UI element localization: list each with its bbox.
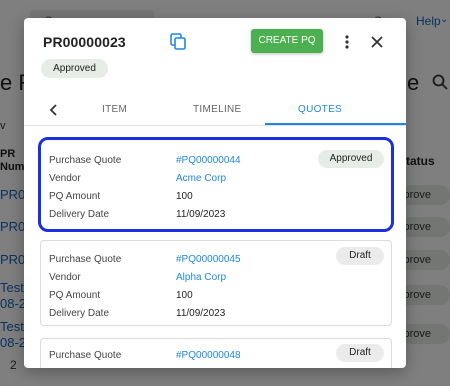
delivery-date-label: Delivery Date [49,209,110,220]
modal-title: PR00000023 [43,34,126,50]
pq-amount-value: 100 [176,290,193,301]
tab-timeline[interactable]: TIMELINE [193,104,242,115]
copy-icon[interactable] [170,33,186,50]
delivery-date-value: 11/09/2023 [176,308,226,319]
purchase-quote-link[interactable]: #PQ00000044 [176,155,241,166]
vendor-link[interactable]: Acme Corp [176,173,226,184]
purchase-quote-label: Purchase Quote [49,155,122,166]
delivery-date-value: 11/09/2023 [176,209,226,220]
quote-status-badge: Draft [336,344,384,362]
quote-card[interactable]: Purchase Quote #PQ00000044 Vendor Acme C… [38,137,394,232]
close-icon[interactable] [369,34,385,50]
vendor-link[interactable]: Alpha Corp [176,272,226,283]
quote-card[interactable]: Purchase Quote #PQ00000048 Draft [40,338,392,368]
vendor-label: Vendor [49,173,81,184]
vendor-label: Vendor [49,272,81,283]
tab-quotes[interactable]: QUOTES [298,104,342,115]
status-badge: Approved [41,59,108,78]
active-tab-indicator [265,123,406,125]
pq-amount-label: PQ Amount [49,290,101,301]
pq-amount-label: PQ Amount [49,191,101,202]
create-pq-button[interactable]: CREATE PQ [251,29,323,53]
quote-status-badge: Draft [336,247,384,265]
purchase-quote-link[interactable]: #PQ00000045 [176,254,241,265]
tab-item[interactable]: ITEM [102,104,127,115]
purchase-quote-label: Purchase Quote [49,254,122,265]
more-vertical-icon[interactable] [342,34,352,50]
pq-amount-value: 100 [176,191,193,202]
purchase-quote-link[interactable]: #PQ00000048 [176,350,241,361]
purchase-quote-label: Purchase Quote [49,350,122,361]
quote-status-badge: Approved [318,150,384,168]
quote-card[interactable]: Purchase Quote #PQ00000045 Vendor Alpha … [40,240,392,326]
purchase-request-modal: PR00000023 CREATE PQ Approved ITEM TIMEL… [24,18,406,368]
chevron-left-icon[interactable] [48,103,60,117]
modal-tabs: ITEM TIMELINE QUOTES [24,98,406,126]
delivery-date-label: Delivery Date [49,308,110,319]
